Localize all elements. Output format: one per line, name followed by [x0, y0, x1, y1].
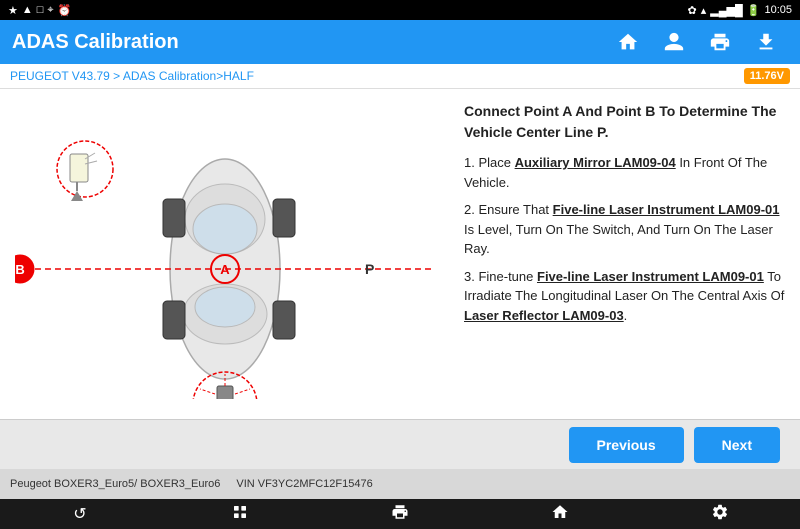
- step-1: 1. Place Auxiliary Mirror LAM09-04 In Fr…: [464, 153, 786, 192]
- breadcrumb-text: PEUGEOT V43.79 > ADAS Calibration>HALF: [10, 69, 254, 83]
- signal-icon: ▂▄▆█: [710, 4, 743, 17]
- home-button[interactable]: [606, 20, 650, 64]
- step3-reflector: Laser Reflector LAM09-03: [464, 308, 624, 323]
- instructions-title: Connect Point A And Point B To Determine…: [464, 101, 786, 143]
- settings-nav-button[interactable]: [695, 503, 745, 526]
- android-nav-bar: ↺: [0, 499, 800, 529]
- svg-text:P: P: [365, 261, 374, 277]
- status-bar-left: ★ ▲ □ ⌖ ⏰: [8, 4, 71, 17]
- instructions-area: Connect Point A And Point B To Determine…: [450, 89, 800, 419]
- calibration-diagram: A B P: [15, 109, 435, 399]
- footer-info: Peugeot BOXER3_Euro5/ BOXER3_Euro6 VIN V…: [0, 469, 800, 499]
- header: ADAS Calibration: [0, 20, 800, 64]
- breadcrumb: PEUGEOT V43.79 > ADAS Calibration>HALF 1…: [0, 64, 800, 89]
- usb-icon: ⌖: [47, 4, 53, 17]
- step-3: 3. Fine-tune Five-line Laser Instrument …: [464, 267, 786, 326]
- step2-instrument: Five-line Laser Instrument LAM09-01: [553, 202, 780, 217]
- home-nav-button[interactable]: [535, 503, 585, 526]
- battery-icon: 🔋: [747, 4, 761, 17]
- vehicle-model: Peugeot BOXER3_Euro5/ BOXER3_Euro6: [10, 478, 220, 490]
- time-display: 10:05: [764, 4, 792, 16]
- alarm-icon: ⏰: [58, 4, 72, 17]
- svg-text:A: A: [220, 262, 230, 277]
- bottom-nav: Previous Next: [0, 419, 800, 469]
- recent-apps-button[interactable]: [215, 504, 265, 525]
- header-icons: [606, 20, 788, 64]
- bluetooth-icon: ★: [8, 4, 18, 17]
- wifi-icon: ▴: [701, 4, 707, 17]
- printer-nav-button[interactable]: [375, 503, 425, 526]
- status-bar: ★ ▲ □ ⌖ ⏰ ✿ ▴ ▂▄▆█ 🔋 10:05: [0, 0, 800, 20]
- export-button[interactable]: [744, 20, 788, 64]
- back-button[interactable]: ↺: [55, 504, 105, 524]
- step-2: 2. Ensure That Five-line Laser Instrumen…: [464, 200, 786, 259]
- step1-instrument: Auxiliary Mirror LAM09-04: [515, 155, 676, 170]
- svg-text:B: B: [15, 262, 24, 277]
- bt-icon: ✿: [688, 4, 697, 17]
- user-button[interactable]: [652, 20, 696, 64]
- next-button[interactable]: Next: [694, 427, 780, 463]
- diagram-area: A B P: [0, 89, 450, 419]
- sd-icon: □: [37, 4, 44, 16]
- notification-icon: ▲: [22, 4, 33, 16]
- vehicle-vin: VIN VF3YC2MFC12F15476: [236, 478, 372, 490]
- instructions-body: 1. Place Auxiliary Mirror LAM09-04 In Fr…: [464, 153, 786, 325]
- status-bar-right: ✿ ▴ ▂▄▆█ 🔋 10:05: [688, 4, 793, 17]
- step3-instrument: Five-line Laser Instrument LAM09-01: [537, 269, 764, 284]
- voltage-badge: 11.76V: [744, 68, 790, 84]
- previous-button[interactable]: Previous: [569, 427, 684, 463]
- main-content: A B P: [0, 89, 800, 419]
- app-title: ADAS Calibration: [12, 31, 179, 54]
- printer-button[interactable]: [698, 20, 742, 64]
